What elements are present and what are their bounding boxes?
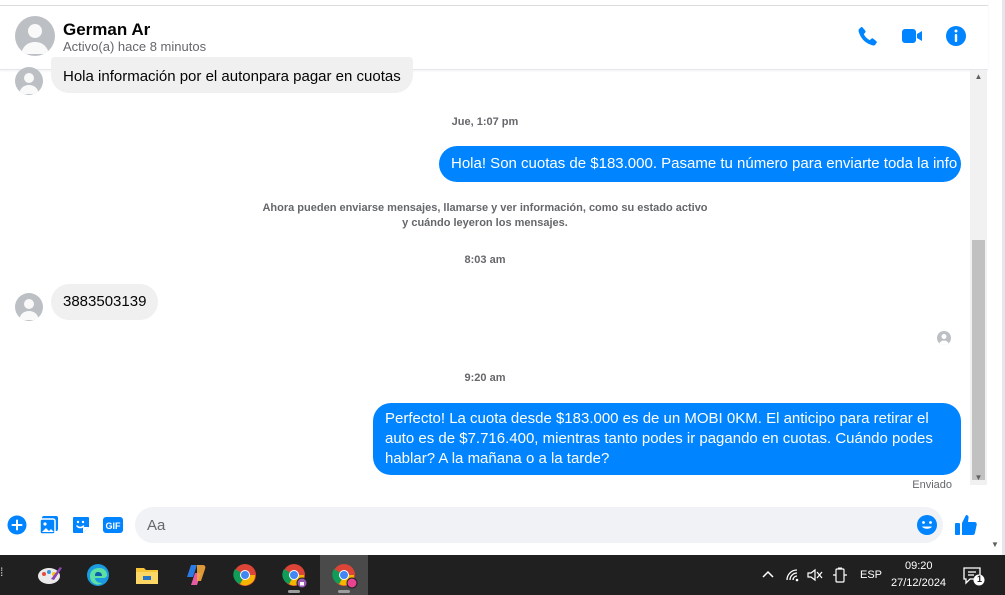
outgoing-message[interactable]: Perfecto! La cuota desde $183.000 es de …: [373, 403, 961, 475]
chrome-icon[interactable]: [221, 555, 269, 595]
clock-time[interactable]: 09:20: [905, 560, 933, 572]
contact-avatar[interactable]: [15, 16, 55, 56]
sticker-icon[interactable]: [71, 515, 91, 535]
like-icon[interactable]: [954, 513, 978, 537]
scrollbar-thumb[interactable]: [972, 240, 985, 480]
system-notice: Ahora pueden enviarse mensajes, llamarse…: [262, 202, 708, 229]
edge-icon[interactable]: [74, 555, 122, 595]
header-divider: [0, 5, 988, 6]
copilot-icon[interactable]: [172, 555, 220, 595]
contact-name[interactable]: German Ar: [63, 20, 150, 40]
battery-icon[interactable]: [831, 566, 849, 584]
start-edge-icon[interactable]: ⁞: [0, 565, 8, 585]
chrome-profile-active-icon[interactable]: [320, 555, 368, 595]
message-input[interactable]: Aa: [135, 507, 943, 543]
add-icon[interactable]: [7, 515, 27, 535]
gif-label: GIF: [106, 521, 122, 531]
windows-taskbar: ⁞ ESP 09:20 27/12/2024 1: [0, 555, 1005, 595]
delivery-status: Enviado: [912, 479, 952, 491]
notification-count: 1: [976, 574, 982, 584]
input-language[interactable]: ESP: [860, 569, 882, 581]
wifi-icon[interactable]: [785, 566, 803, 584]
scroll-down-icon[interactable]: ▼: [970, 471, 987, 485]
phone-icon[interactable]: [856, 24, 880, 48]
contact-status: Activo(a) hace 8 minutos: [63, 39, 207, 54]
scroll-up-icon[interactable]: ▲: [970, 70, 987, 84]
emoji-icon[interactable]: [916, 514, 938, 536]
message-timestamp: 9:20 am: [464, 372, 506, 384]
read-receipt-avatar: [937, 331, 951, 345]
message-timestamp: Jue, 1:07 pm: [451, 116, 519, 128]
chevron-up-icon[interactable]: [760, 566, 778, 584]
message-input-placeholder: Aa: [147, 517, 166, 534]
gif-icon[interactable]: GIF: [102, 515, 123, 535]
paint-icon[interactable]: [25, 555, 73, 595]
message-timestamp: 8:03 am: [464, 254, 506, 266]
file-explorer-icon[interactable]: [123, 555, 171, 595]
page-scroll-down-icon[interactable]: ▼: [988, 540, 1002, 552]
incoming-message[interactable]: 3883503139: [51, 284, 159, 320]
chrome-profile-icon[interactable]: [270, 555, 318, 595]
video-camera-icon[interactable]: [900, 24, 924, 48]
outgoing-message[interactable]: Hola! Son cuotas de $183.000. Pasame tu …: [439, 146, 961, 182]
messenger-window: German Ar Activo(a) hace 8 minutos Hola …: [0, 0, 1005, 555]
notifications-icon[interactable]: 1: [962, 565, 986, 587]
contact-avatar-small: [15, 293, 43, 321]
info-icon[interactable]: [944, 24, 968, 48]
volume-muted-icon[interactable]: [806, 566, 824, 584]
clock-date[interactable]: 27/12/2024: [891, 577, 946, 589]
image-icon[interactable]: [39, 515, 59, 535]
contact-avatar-small: [15, 67, 43, 95]
incoming-message[interactable]: Hola información por el autonpara pagar …: [51, 57, 413, 93]
